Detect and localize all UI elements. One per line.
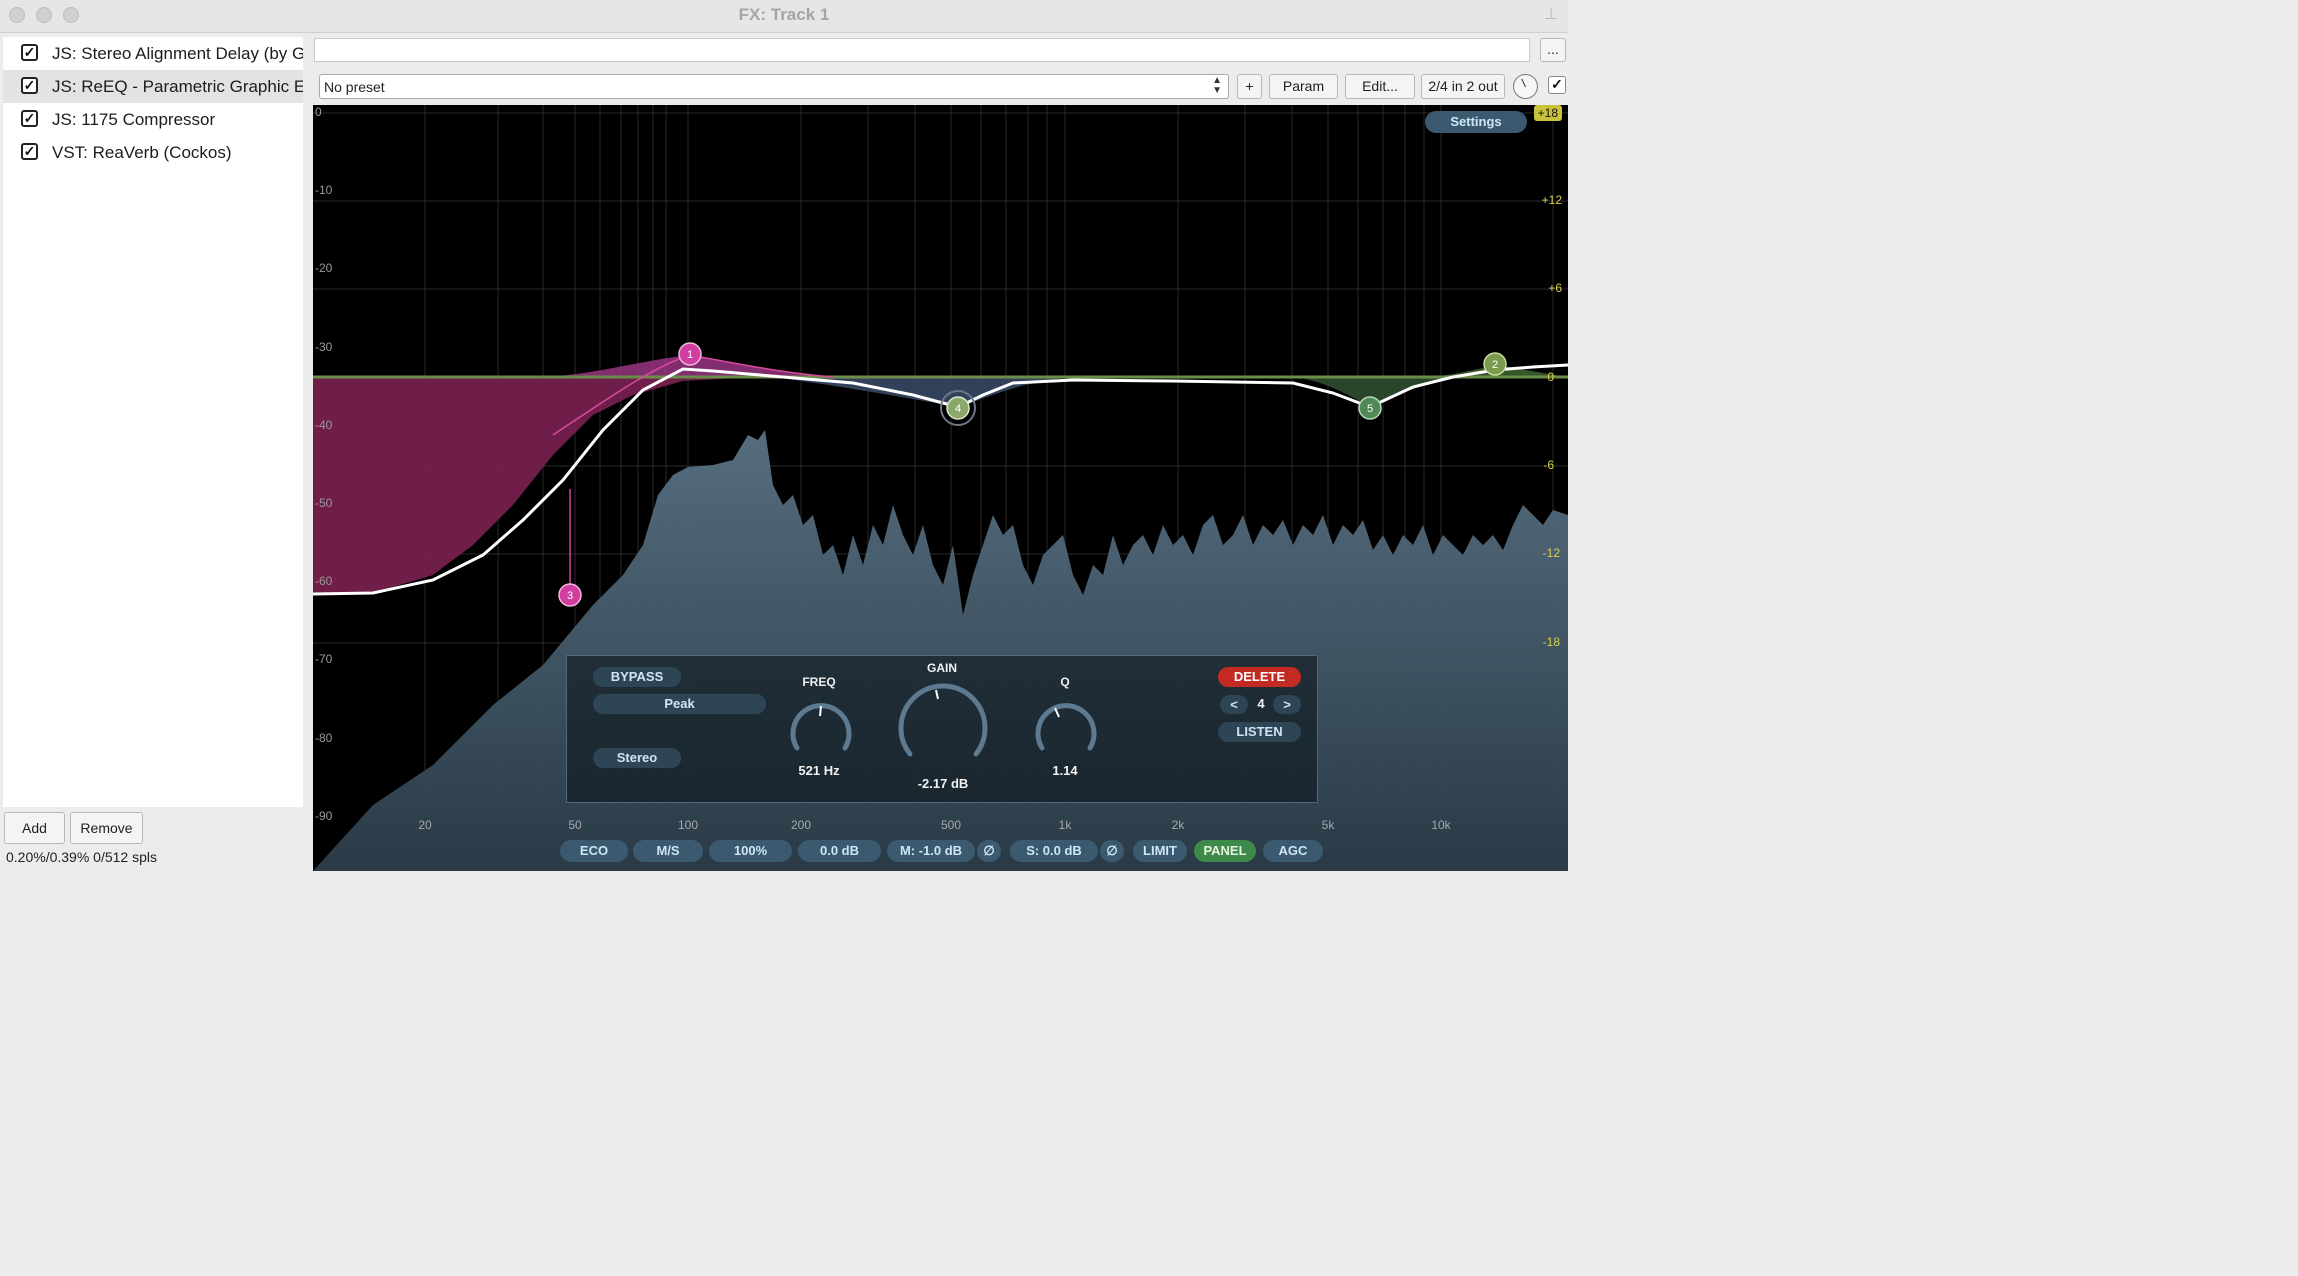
fx-item[interactable]: ✓ VST: ReaVerb (Cockos)	[3, 136, 303, 169]
freq-axis-label: 20	[418, 818, 432, 832]
param-button[interactable]: Param	[1269, 74, 1338, 99]
right-axis-label: +12	[1541, 193, 1562, 207]
fx-enable-checkbox[interactable]: ✓	[21, 143, 38, 160]
listen-button[interactable]: LISTEN	[1218, 722, 1301, 742]
freq-value: 521 Hz	[798, 763, 840, 778]
fx-item[interactable]: ✓ JS: ReEQ - Parametric Graphic EQ	[3, 70, 303, 103]
freq-axis-label: 1k	[1058, 818, 1072, 832]
band-editor-panel: BYPASS Peak Stereo FREQ 521 Hz GAIN -2.1…	[566, 655, 1318, 803]
fx-item-name: JS: 1175 Compressor	[52, 110, 216, 129]
add-fx-button[interactable]: Add	[4, 812, 65, 844]
left-axis-label: -20	[315, 261, 333, 275]
gain-knob[interactable]	[894, 680, 992, 766]
eq-display[interactable]: +18 +12 +6 0 -6 -12 -18 0 -10 -20 -30 -4…	[313, 105, 1568, 871]
left-axis-label: -60	[315, 574, 333, 588]
fx-bypass-checkbox[interactable]: ✓	[1548, 76, 1566, 94]
freq-axis-label: 100	[677, 818, 699, 832]
q-value: 1.14	[1052, 763, 1078, 778]
right-axis-label: 0	[1547, 370, 1554, 384]
right-axis-label: +6	[1548, 281, 1562, 295]
freq-axis-label: 50	[568, 818, 582, 832]
freq-axis-label: 10k	[1431, 818, 1451, 832]
settings-button[interactable]: Settings	[1425, 111, 1527, 133]
prev-band-button[interactable]: <	[1220, 695, 1248, 714]
mid-phase-button[interactable]: ∅	[977, 840, 1001, 862]
q-label: Q	[1060, 675, 1070, 689]
freq-label: FREQ	[802, 675, 836, 689]
left-axis-label: -40	[315, 418, 333, 432]
gain-label: GAIN	[927, 661, 957, 675]
fx-item[interactable]: ✓ JS: 1175 Compressor	[3, 103, 303, 136]
left-axis-label: -70	[315, 652, 333, 666]
band-index: 4	[1257, 696, 1265, 711]
left-axis-label: -30	[315, 340, 333, 354]
fx-item-name: JS: Stereo Alignment Delay (by Geraint L…	[52, 44, 303, 63]
fx-item-name: VST: ReaVerb (Cockos)	[52, 143, 232, 162]
output-gain-button[interactable]: 0.0 dB	[798, 840, 881, 862]
fx-path-field[interactable]	[314, 38, 1530, 62]
title-bar: FX: Track 1 ⊥	[0, 0, 1568, 33]
left-axis-label: 0	[315, 105, 322, 119]
remove-fx-button[interactable]: Remove	[70, 812, 143, 844]
delete-band-button[interactable]: DELETE	[1218, 667, 1301, 687]
fx-enable-checkbox[interactable]: ✓	[21, 110, 38, 127]
freq-axis-label: 5k	[1321, 818, 1335, 832]
band-1-fill	[543, 355, 833, 377]
fx-enable-checkbox[interactable]: ✓	[21, 44, 38, 61]
pin-icon[interactable]: ⊥	[1544, 4, 1558, 24]
left-axis-label: -90	[315, 809, 333, 823]
preset-select[interactable]: No preset ▲ ▼	[319, 74, 1229, 99]
gain-value: -2.17 dB	[917, 776, 969, 791]
preset-value: No preset	[324, 79, 385, 95]
wet-knob[interactable]	[1513, 74, 1538, 99]
mid-side-button[interactable]: M/S	[633, 840, 703, 862]
left-axis-label: -50	[315, 496, 333, 510]
filter-type-select[interactable]: Peak	[593, 694, 766, 714]
agc-button[interactable]: AGC	[1263, 840, 1323, 862]
right-axis-label: +18	[1533, 105, 1562, 121]
limit-button[interactable]: LIMIT	[1133, 840, 1187, 862]
cpu-status: 0.20%/0.39% 0/512 spls	[6, 849, 157, 865]
freq-knob[interactable]	[786, 696, 856, 758]
window-title: FX: Track 1	[738, 5, 830, 24]
left-axis-label: -10	[315, 183, 333, 197]
left-axis-label: -80	[315, 731, 333, 745]
side-phase-button[interactable]: ∅	[1100, 840, 1124, 862]
updown-arrows-icon: ▲ ▼	[1212, 75, 1222, 96]
right-axis-label: -18	[1542, 635, 1560, 649]
edit-button[interactable]: Edit...	[1345, 74, 1415, 99]
right-axis-label: -12	[1542, 546, 1560, 560]
side-gain-button[interactable]: S: 0.0 dB	[1010, 840, 1098, 862]
bypass-button[interactable]: BYPASS	[593, 667, 681, 687]
zoom-button[interactable]: 100%	[709, 840, 792, 862]
freq-axis-label: 200	[790, 818, 812, 832]
next-band-button[interactable]: >	[1273, 695, 1301, 714]
io-routing-button[interactable]: 2/4 in 2 out	[1421, 74, 1505, 99]
mid-gain-button[interactable]: M: -1.0 dB	[887, 840, 975, 862]
eco-button[interactable]: ECO	[560, 840, 628, 862]
right-axis-label: -6	[1543, 458, 1554, 472]
more-options-button[interactable]: ...	[1540, 38, 1566, 62]
channel-mode-select[interactable]: Stereo	[593, 748, 681, 768]
freq-axis-label: 2k	[1171, 818, 1185, 832]
fx-enable-checkbox[interactable]: ✓	[21, 77, 38, 94]
freq-axis-label: 500	[940, 818, 962, 832]
q-knob[interactable]	[1031, 696, 1101, 758]
panel-button[interactable]: PANEL	[1194, 840, 1256, 862]
fx-item[interactable]: ✓ JS: Stereo Alignment Delay (by Geraint…	[3, 37, 303, 70]
add-preset-button[interactable]: +	[1237, 74, 1262, 99]
fx-item-name: JS: ReEQ - Parametric Graphic EQ	[52, 77, 303, 96]
fx-chain-list: ✓ JS: Stereo Alignment Delay (by Geraint…	[3, 37, 303, 807]
